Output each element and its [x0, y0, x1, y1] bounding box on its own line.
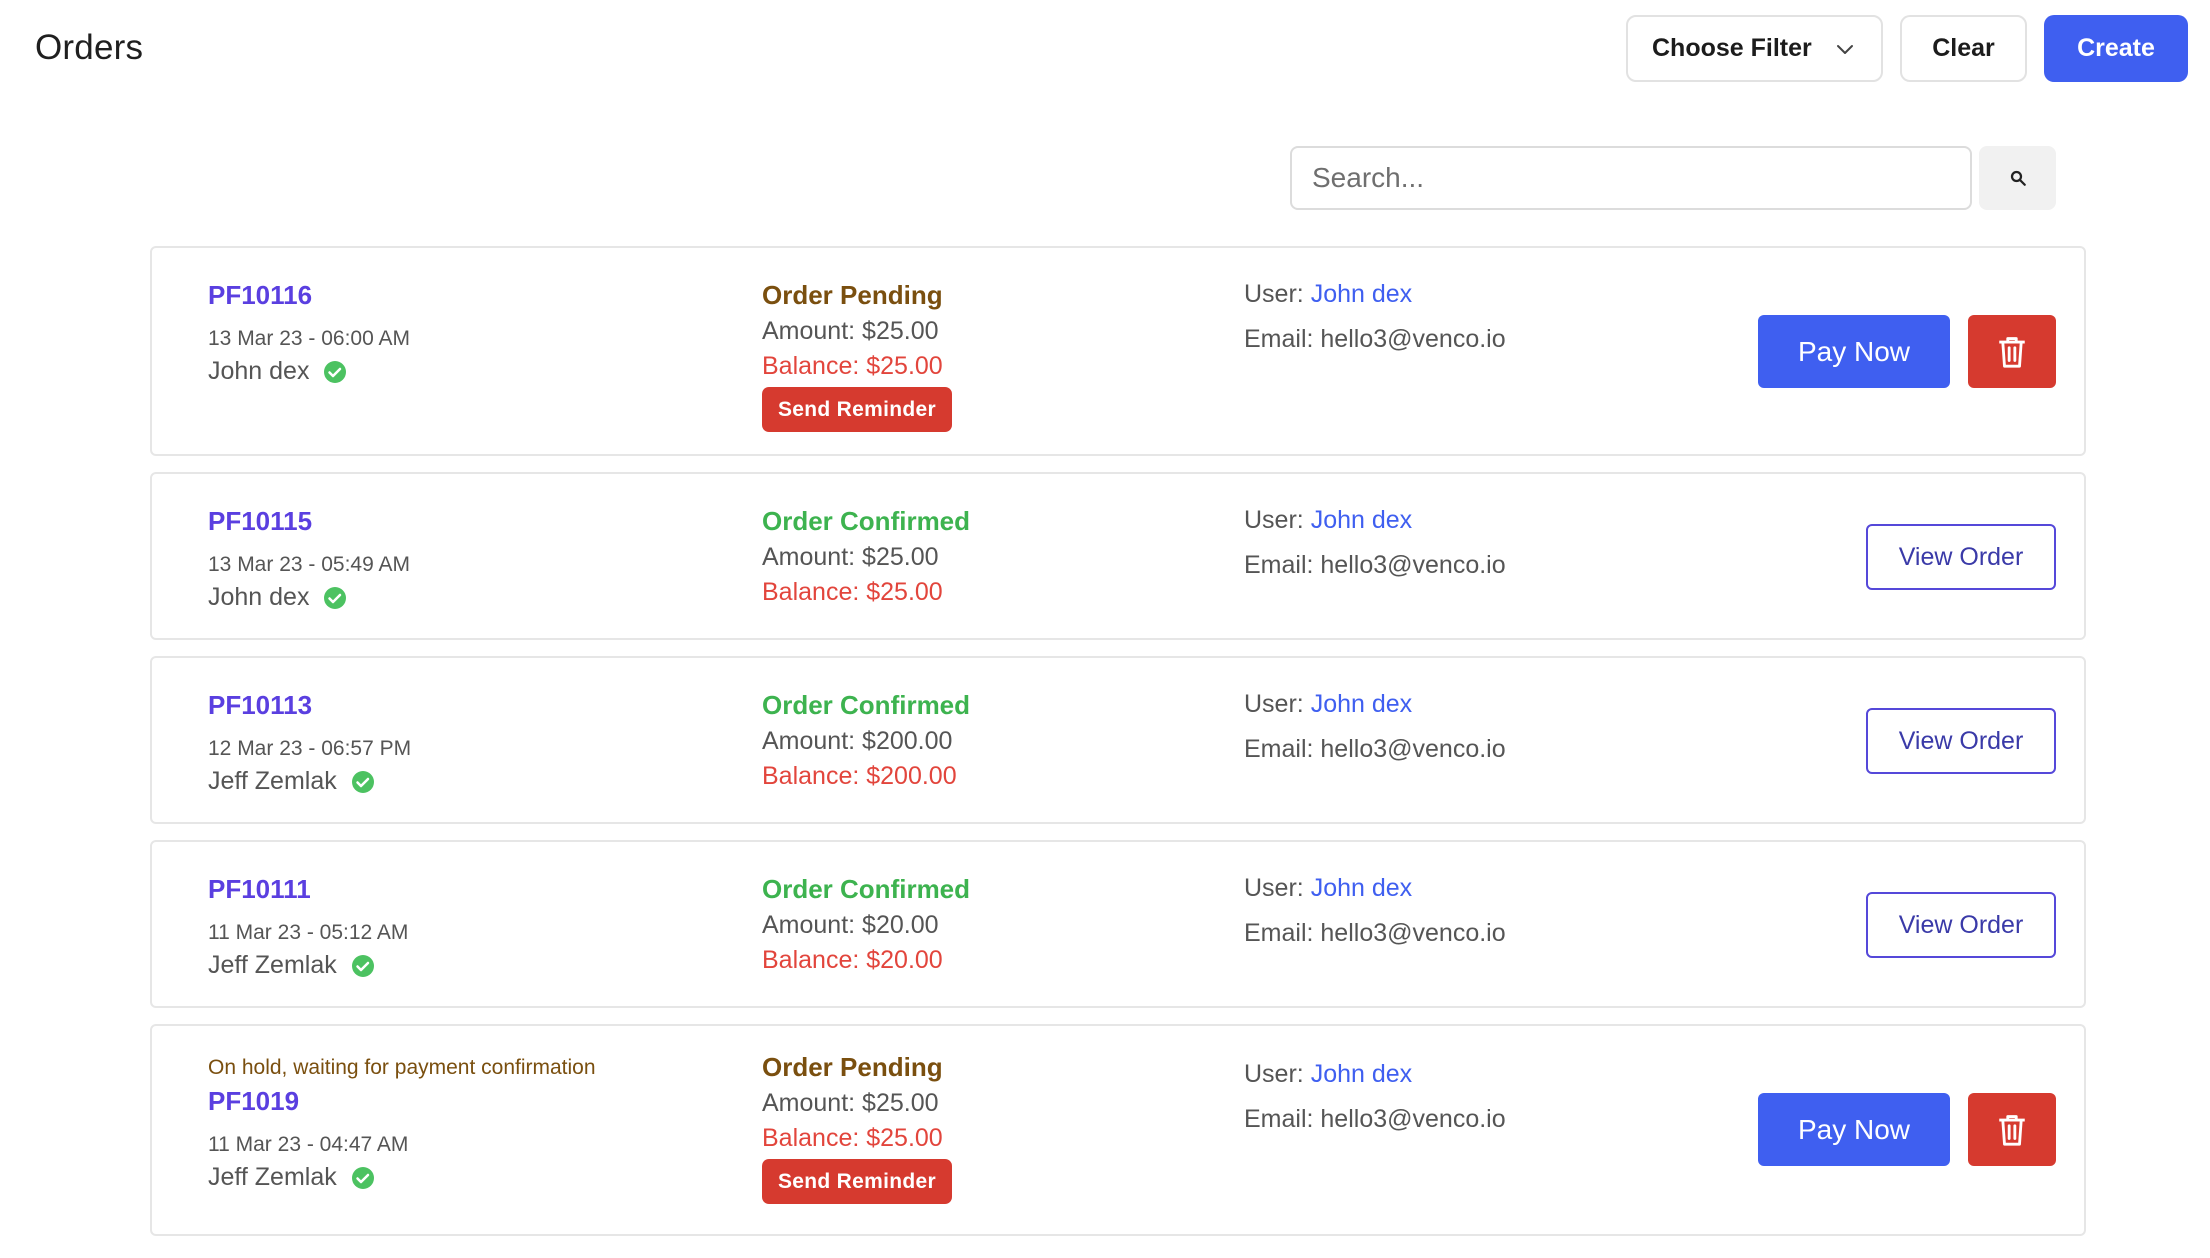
toolbar: Choose Filter Clear Create: [1626, 15, 2188, 82]
order-amount: Amount: $200.00: [762, 727, 953, 755]
customer-name-text: Jeff Zemlak: [208, 1163, 337, 1191]
order-status: Order Confirmed: [762, 690, 971, 720]
on-hold-note: On hold, waiting for payment confirmatio…: [208, 1056, 596, 1079]
search-input[interactable]: [1290, 146, 1972, 210]
order-id[interactable]: PF10111: [208, 874, 408, 905]
pay-now-button[interactable]: Pay Now: [1758, 1093, 1950, 1166]
order-balance: Balance: $200.00: [762, 762, 957, 790]
order-card: PF10116 13 Mar 23 - 06:00 AM John dex Or…: [150, 246, 2086, 456]
email-prefix: Email:: [1244, 919, 1321, 947]
choose-filter-dropdown[interactable]: Choose Filter: [1626, 15, 1883, 82]
order-card: PF10111 11 Mar 23 - 05:12 AM Jeff Zemlak…: [150, 840, 2086, 1008]
user-prefix: User:: [1244, 690, 1311, 718]
user-link[interactable]: John dex: [1311, 690, 1412, 718]
view-order-button[interactable]: View Order: [1866, 892, 2056, 958]
user-prefix: User:: [1244, 874, 1311, 902]
customer-name: John dex: [208, 583, 410, 612]
order-date: 11 Mar 23 - 04:47 AM: [208, 1133, 409, 1156]
customer-name-text: Jeff Zemlak: [208, 951, 337, 979]
email-value: hello3@venco.io: [1320, 735, 1506, 763]
email-value: hello3@venco.io: [1320, 919, 1506, 947]
verified-check-icon: [351, 1166, 374, 1189]
email-value: hello3@venco.io: [1320, 551, 1506, 579]
order-status: Order Pending: [762, 1052, 943, 1082]
order-date: 13 Mar 23 - 06:00 AM: [208, 327, 410, 350]
order-id[interactable]: PF10113: [208, 690, 411, 721]
user-prefix: User:: [1244, 1060, 1311, 1088]
verified-check-icon: [324, 360, 347, 383]
order-date: 12 Mar 23 - 06:57 PM: [208, 737, 412, 760]
order-status: Order Confirmed: [762, 506, 971, 536]
search-bar: [1290, 146, 2056, 210]
delete-button[interactable]: [1968, 1093, 2056, 1166]
search-icon: [2010, 170, 2026, 186]
order-card: On hold, waiting for payment confirmatio…: [150, 1024, 2086, 1236]
order-balance: Balance: $20.00: [762, 946, 943, 974]
email-prefix: Email:: [1244, 735, 1321, 763]
send-reminder-button[interactable]: Send Reminder: [762, 1159, 952, 1204]
customer-name: Jeff Zemlak: [208, 951, 408, 980]
trash-icon: [1999, 1114, 2025, 1146]
user-link[interactable]: John dex: [1311, 506, 1412, 534]
order-card: PF10115 13 Mar 23 - 05:49 AM John dex Or…: [150, 472, 2086, 640]
search-button[interactable]: [1979, 146, 2056, 210]
page-title: Orders: [35, 28, 144, 67]
filter-label: Choose Filter: [1652, 34, 1812, 62]
order-user: User: John dex: [1244, 506, 1506, 535]
order-id[interactable]: PF10115: [208, 506, 410, 537]
order-user: User: John dex: [1244, 280, 1506, 309]
send-reminder-button[interactable]: Send Reminder: [762, 387, 952, 432]
verified-check-icon: [351, 770, 374, 793]
user-link[interactable]: John dex: [1311, 1060, 1412, 1088]
user-link[interactable]: John dex: [1311, 280, 1412, 308]
order-id[interactable]: PF1019: [208, 1086, 596, 1117]
customer-name-text: John dex: [208, 583, 310, 611]
order-amount: Amount: $25.00: [762, 1089, 939, 1117]
order-date: 13 Mar 23 - 05:49 AM: [208, 553, 410, 576]
order-user: User: John dex: [1244, 1060, 1506, 1089]
email-prefix: Email:: [1244, 551, 1321, 579]
order-email: Email: hello3@venco.io: [1244, 735, 1506, 764]
order-card: PF10113 12 Mar 23 - 06:57 PM Jeff Zemlak…: [150, 656, 2086, 824]
order-balance: Balance: $25.00: [762, 352, 943, 380]
order-email: Email: hello3@venco.io: [1244, 551, 1506, 580]
order-amount: Amount: $20.00: [762, 911, 939, 939]
user-link[interactable]: John dex: [1311, 874, 1412, 902]
pay-now-button[interactable]: Pay Now: [1758, 315, 1950, 388]
view-order-button[interactable]: View Order: [1866, 708, 2056, 774]
trash-icon: [1999, 336, 2025, 368]
order-amount: Amount: $25.00: [762, 543, 939, 571]
clear-button[interactable]: Clear: [1900, 15, 2027, 82]
customer-name-text: John dex: [208, 357, 310, 385]
order-balance: Balance: $25.00: [762, 1124, 943, 1152]
email-value: hello3@venco.io: [1320, 1105, 1506, 1133]
customer-name: Jeff Zemlak: [208, 1163, 596, 1192]
order-email: Email: hello3@venco.io: [1244, 919, 1506, 948]
order-user: User: John dex: [1244, 874, 1506, 903]
order-balance: Balance: $25.00: [762, 578, 943, 606]
delete-button[interactable]: [1968, 315, 2056, 388]
order-status: Order Pending: [762, 280, 943, 310]
user-prefix: User:: [1244, 506, 1311, 534]
chevron-down-icon: [1837, 44, 1853, 54]
order-email: Email: hello3@venco.io: [1244, 325, 1506, 354]
email-prefix: Email:: [1244, 1105, 1321, 1133]
verified-check-icon: [324, 586, 347, 609]
order-date: 11 Mar 23 - 05:12 AM: [208, 921, 409, 944]
order-status: Order Confirmed: [762, 874, 971, 904]
email-prefix: Email:: [1244, 325, 1321, 353]
customer-name: John dex: [208, 357, 410, 386]
order-email: Email: hello3@venco.io: [1244, 1105, 1506, 1134]
customer-name: Jeff Zemlak: [208, 767, 411, 796]
verified-check-icon: [351, 954, 374, 977]
email-value: hello3@venco.io: [1320, 325, 1506, 353]
order-id[interactable]: PF10116: [208, 280, 410, 311]
create-button[interactable]: Create: [2044, 15, 2188, 82]
order-amount: Amount: $25.00: [762, 317, 939, 345]
view-order-button[interactable]: View Order: [1866, 524, 2056, 590]
order-user: User: John dex: [1244, 690, 1506, 719]
user-prefix: User:: [1244, 280, 1311, 308]
customer-name-text: Jeff Zemlak: [208, 767, 337, 795]
